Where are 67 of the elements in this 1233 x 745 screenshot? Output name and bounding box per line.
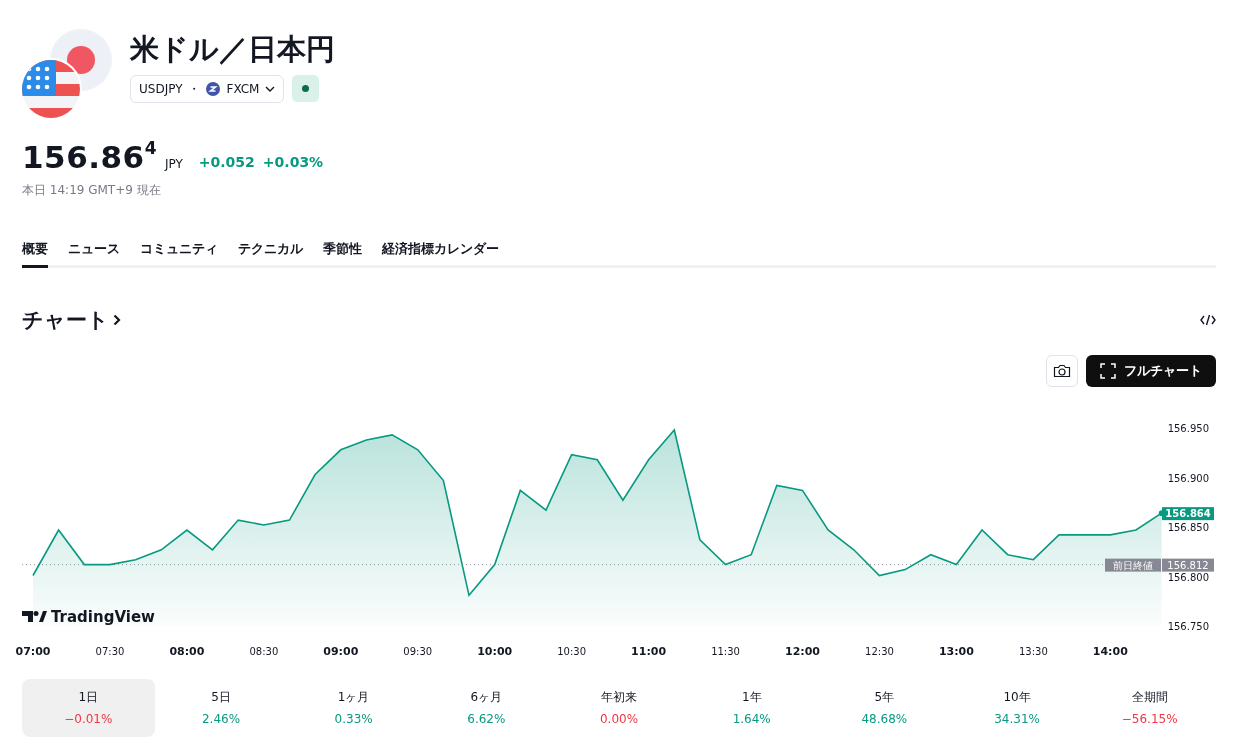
nav-tab[interactable]: テクニカル [238,239,303,268]
period-tab[interactable]: 全期間 −56.15% [1083,678,1217,737]
x-axis-label: 07:30 [95,645,125,657]
currency-flags-icon [20,28,112,120]
x-axis-label: 09:00 [323,644,359,658]
x-axis-label: 10:00 [477,644,513,658]
currency-label: JPY [165,156,183,173]
x-axis-label: 09:30 [403,645,433,657]
change-percent: 34.31% [993,710,1041,728]
exchange-logo-icon [206,81,221,96]
period-tab[interactable]: 5年 48.68% [818,678,951,737]
change-percent: 1.64% [731,710,772,728]
period-tab[interactable]: 年初来 0.00% [552,678,686,737]
camera-icon [1053,363,1071,378]
chevron-down-icon [265,85,276,92]
chevron-right-icon[interactable] [113,314,121,327]
price-change-percent: +0.03% [262,153,324,172]
y-axis-label: 156.900 [1167,472,1209,484]
period-tab[interactable]: 5日 2.46% [154,678,288,737]
x-axis-label: 14:00 [1092,644,1128,658]
x-axis-label: 10:30 [557,645,587,657]
nav-tab[interactable]: 概要 [22,239,48,268]
period-tab[interactable]: 1日 −0.01% [22,678,155,737]
change-percent: 0.00% [598,710,640,728]
change-percent: 6.62% [466,710,507,728]
nav-tab[interactable]: ニュース [68,239,120,268]
symbol-selector[interactable]: USDJPY ・ FXCM [130,74,285,103]
x-axis-label: 12:30 [865,645,894,657]
change-percent: 48.68% [860,710,909,728]
change-percent: 0.33% [333,710,374,728]
x-axis-label: 13:00 [938,644,974,658]
status-dot-icon [302,84,310,92]
x-axis-label: 12:00 [785,644,820,658]
change-percent: −0.01% [63,710,114,728]
timestamp-text: 本日 14:19 GMT+9 現在 [22,182,162,199]
tradingview-logo-icon [22,610,47,622]
period-tab[interactable]: 1ヶ月 0.33% [287,678,420,737]
screenshot-button[interactable] [1046,354,1078,387]
nav-tab[interactable]: 季節性 [323,239,362,268]
embed-code-icon[interactable] [1200,314,1216,327]
market-status-button[interactable] [292,74,320,102]
price-change: +0.052 [198,153,255,172]
last-price-tag: 156.864 [1162,506,1214,520]
y-axis-label: 156.750 [1167,620,1209,632]
y-axis-label: 156.850 [1167,521,1209,533]
change-percent: 2.46% [200,710,242,728]
chart-heading: チャート [22,307,109,333]
period-tab[interactable]: 10年 34.31% [950,678,1084,737]
x-axis-label: 08:30 [249,645,279,657]
period-tab[interactable]: 1年 1.64% [685,678,819,737]
change-percent: −56.15% [1120,710,1179,728]
period-tab[interactable]: 6ヶ月 6.62% [420,678,553,737]
nav-tab[interactable]: コミュニティ [140,239,218,268]
full-chart-button[interactable]: フルチャート [1086,354,1216,387]
price-value: 156.86$^{4}$ [22,142,157,173]
fullscreen-icon [1100,362,1116,379]
y-axis-label: 156.950 [1167,422,1209,434]
x-axis-label: 07:00 [15,644,51,658]
x-axis-label: 13:30 [1018,645,1048,657]
nav-tab[interactable]: 経済指標カレンダー [382,239,499,268]
page-title: 米ドル／日本円 [130,32,335,67]
y-axis-label: 156.800 [1167,571,1209,583]
price-tag: 156.812 [1162,558,1214,572]
x-axis-label: 11:00 [631,644,667,658]
tradingview-logo-text: TradingView [51,607,155,626]
x-axis-label: 11:30 [711,645,740,657]
x-axis-label: 08:00 [169,644,205,658]
